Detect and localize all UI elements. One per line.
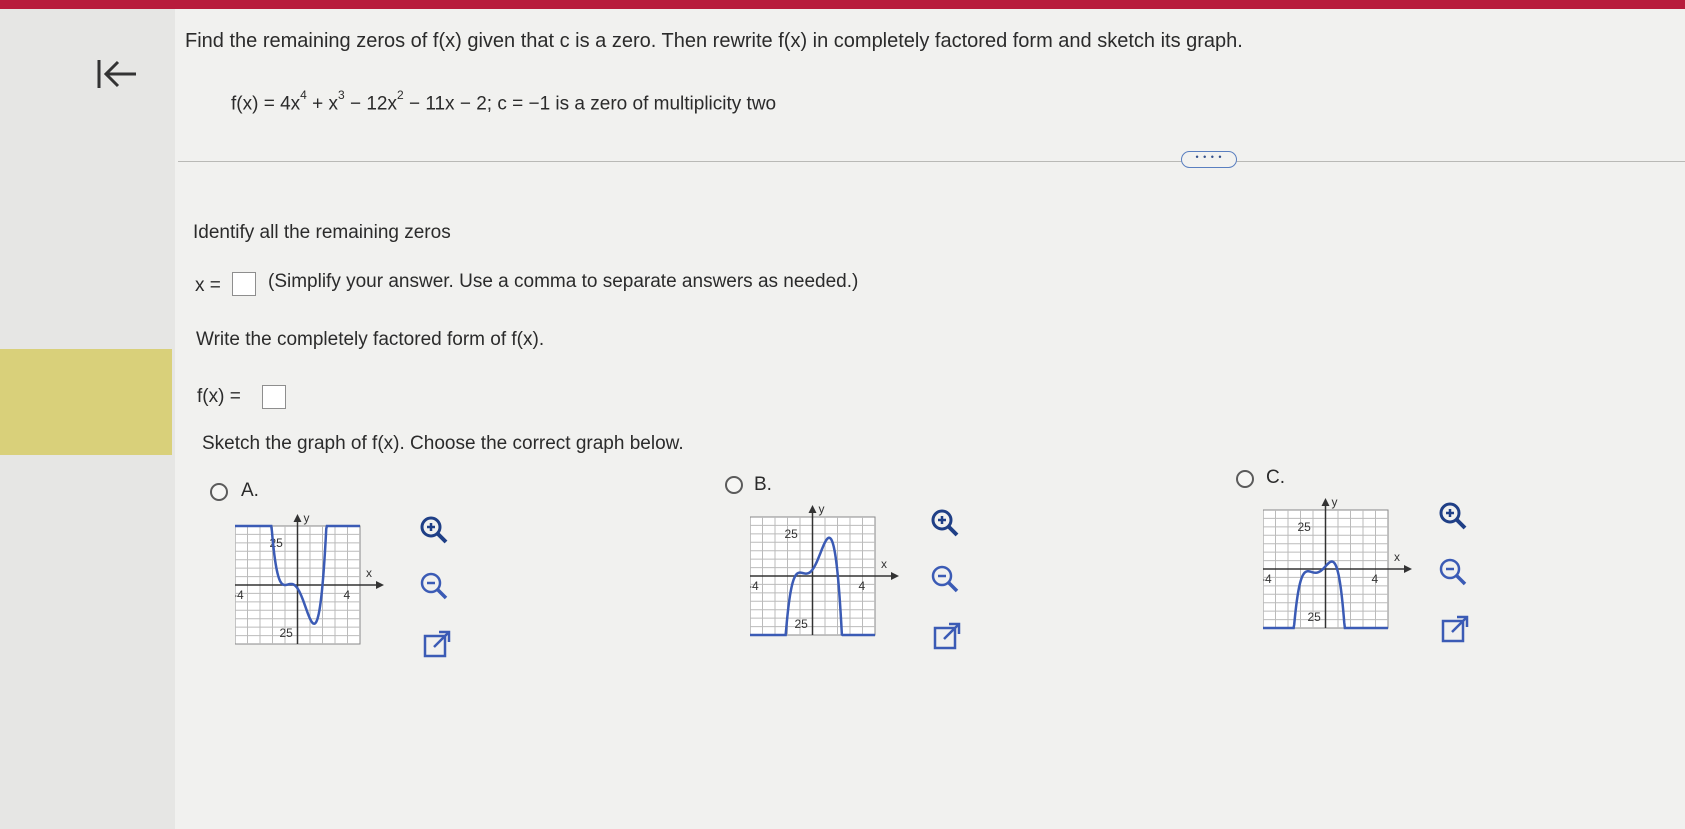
x-tick-label: -4 [750, 579, 759, 593]
option-c-graph[interactable]: y x 25 25 -4 4 [1263, 498, 1443, 660]
open-external-icon[interactable] [421, 628, 453, 660]
option-b-radio[interactable] [725, 476, 743, 494]
top-bar [0, 0, 1685, 9]
x-tick-label: 4 [859, 579, 866, 593]
part1-prompt: Identify all the remaining zeros [193, 222, 451, 243]
y-tick-label: 25 [785, 527, 799, 541]
x-axis-label: x [1394, 550, 1400, 564]
factored-form-answer-input[interactable] [262, 385, 286, 409]
zoom-in-icon[interactable] [1437, 500, 1469, 532]
option-a-radio[interactable] [210, 483, 228, 501]
y-axis-label: y [304, 514, 310, 525]
y-tick-label: 25 [795, 617, 809, 631]
question-text: Find the remaining zeros of f(x) given t… [185, 30, 1243, 52]
x-tick-label: 4 [344, 588, 351, 602]
divider [178, 161, 1685, 162]
x-axis-arrow [376, 581, 384, 589]
y-tick-label: 25 [1308, 610, 1322, 624]
open-external-icon[interactable] [1439, 613, 1471, 645]
x-tick-label: -4 [235, 588, 244, 602]
x-tick-label: -4 [1263, 572, 1272, 586]
part3-prompt: Sketch the graph of f(x). Choose the cor… [202, 433, 684, 454]
part1-note: (Simplify your answer. Use a comma to se… [268, 271, 859, 292]
function-equation: f(x) = 4x4 + x3 − 12x2 − 11x − 2; c = −1… [231, 88, 777, 115]
x-tick-label: 4 [1372, 572, 1379, 586]
y-axis-arrow [293, 514, 302, 522]
y-axis-arrow [1321, 498, 1330, 506]
zoom-in-icon[interactable] [418, 514, 450, 546]
x-axis-label: x [881, 557, 887, 571]
show-more-button[interactable]: • • • • [1181, 151, 1237, 168]
left-panel-highlight [0, 349, 172, 455]
back-button[interactable] [96, 56, 140, 96]
y-axis-label: y [819, 505, 825, 516]
main-content [175, 9, 1685, 829]
y-axis-arrow [808, 505, 817, 513]
zoom-out-icon[interactable] [1437, 556, 1469, 588]
option-c-label: C. [1266, 467, 1285, 488]
option-a-graph[interactable]: yx2525-44 [235, 514, 415, 676]
x-axis-label: x [366, 566, 372, 580]
zoom-out-icon[interactable] [418, 570, 450, 602]
option-b-label: B. [754, 474, 772, 495]
y-tick-label: 25 [280, 626, 294, 640]
y-tick-label: 25 [1298, 520, 1312, 534]
zeros-answer-input[interactable] [232, 272, 256, 296]
option-a-label: A. [241, 480, 259, 501]
x-axis-arrow [1404, 565, 1412, 573]
open-external-icon[interactable] [931, 620, 963, 652]
option-c-radio[interactable] [1236, 470, 1254, 488]
y-axis-label: y [1332, 498, 1338, 509]
part1-var-label: x = [195, 275, 221, 296]
x-axis-arrow [891, 572, 899, 580]
back-arrow-icon [97, 60, 136, 88]
part2-prompt: Write the completely factored form of f(… [196, 329, 545, 350]
zoom-in-icon[interactable] [929, 507, 961, 539]
zoom-out-icon[interactable] [929, 563, 961, 595]
option-b-graph[interactable]: y x 25 25 -4 4 [750, 505, 930, 667]
part2-var-label: f(x) = [197, 386, 241, 407]
